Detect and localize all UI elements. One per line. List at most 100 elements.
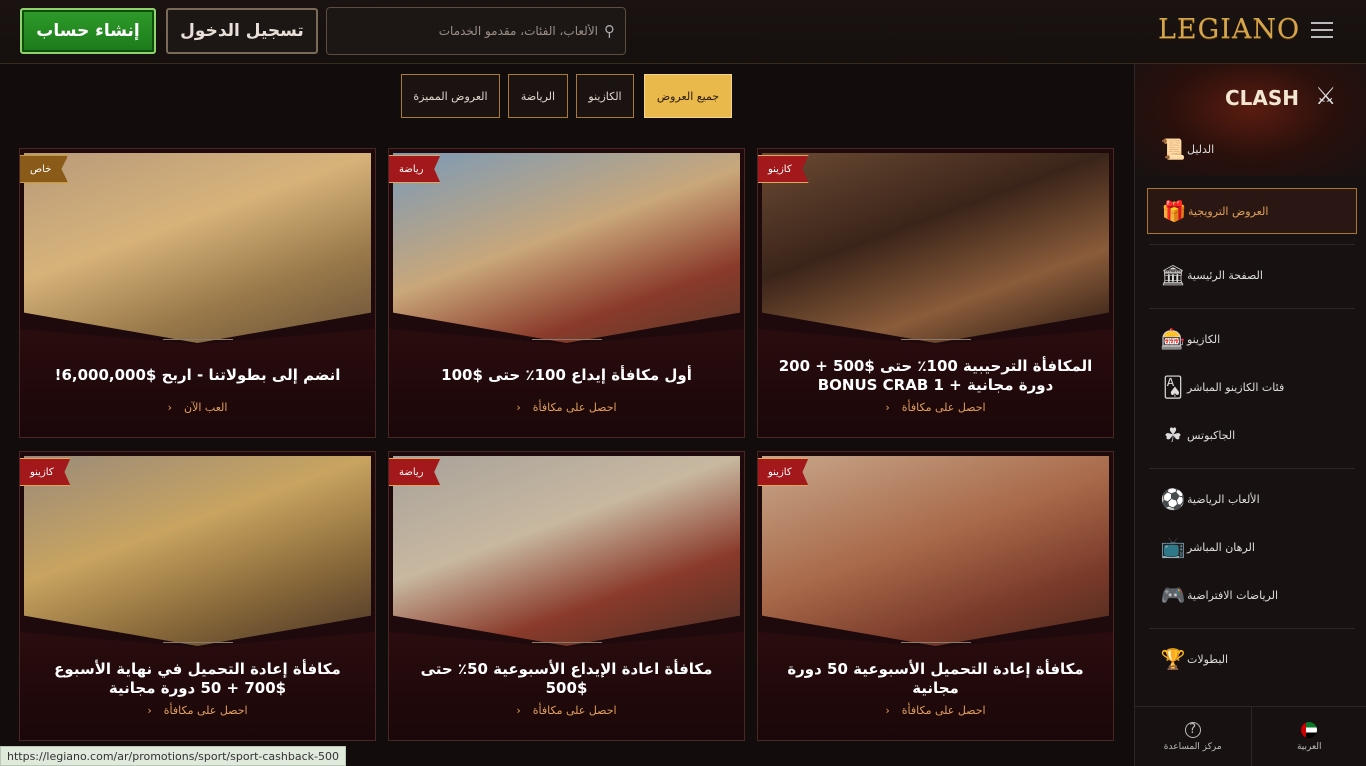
promo-image[interactable] <box>24 456 371 646</box>
divider <box>900 339 971 349</box>
help-icon: ? <box>1184 721 1201 738</box>
sidebar-item-live-betting[interactable]: الرهان المباشر 📺 <box>1147 524 1357 570</box>
search-icon: ⚲ <box>604 22 615 40</box>
promo-card[interactable]: كازينو مكافأة إعادة التحميل في نهاية الأس… <box>19 451 376 741</box>
gift-icon: 🎁 <box>1161 199 1187 223</box>
promo-title: أول مكافأة إيداع 100٪ حتى $100 <box>441 366 692 385</box>
promo-cta-link[interactable]: احصل على مكافأة ‹ <box>758 401 1113 414</box>
promo-image[interactable] <box>762 456 1109 646</box>
sidebar-item-live-casino[interactable]: فئات الكازينو المباشر 🂡 <box>1147 364 1357 410</box>
sidebar-item-virtual-sports[interactable]: الرياضات الافتراضية 🎮 <box>1147 572 1357 618</box>
sidebar-item-label: البطولات <box>1187 652 1229 666</box>
chevron-left-icon: ‹ <box>885 704 890 717</box>
promo-card[interactable]: رياضة أول مكافأة إيداع 100٪ حتى $100 احصل … <box>388 148 745 438</box>
promo-title: المكافأة الترحيبية 100٪ حتى $500 + 200 د… <box>778 356 1093 395</box>
menu-icon[interactable] <box>1311 22 1333 40</box>
sidebar-item-label: الكازينو <box>1187 332 1221 346</box>
promo-card[interactable]: كازينو مكافأة إعادة التحميل الأسبوعية 50 … <box>757 451 1114 741</box>
filter-featured[interactable]: العروض المميزة <box>401 74 500 118</box>
language-button[interactable]: العربية <box>1250 707 1366 766</box>
sidebar-item-label: الألعاب الرياضية <box>1187 492 1260 506</box>
category-badge: كازينو <box>758 458 809 486</box>
promo-cta-link[interactable]: احصل على مكافأة ‹ <box>389 401 744 414</box>
promo-card[interactable]: خاص انضم إلى بطولاتنا - اربح $6,000,000! ا… <box>19 148 376 438</box>
promo-image[interactable] <box>24 153 371 343</box>
category-badge: كازينو <box>20 458 71 486</box>
promo-title: مكافأة إعادة التحميل الأسبوعية 50 دورة م… <box>787 659 1084 698</box>
crossed-swords-icon: ⚔ <box>1315 82 1337 110</box>
divider <box>900 642 971 652</box>
divider <box>531 642 602 652</box>
promo-title: مكافأة اعادة الإيداع الأسبوعية 50٪ حتى $… <box>420 659 713 698</box>
sidebar-item-label: العروض الترويجية <box>1188 204 1269 218</box>
flag-icon <box>1301 721 1318 738</box>
promo-cta-link[interactable]: احصل على مكافأة ‹ <box>389 704 744 717</box>
promo-image[interactable] <box>762 153 1109 343</box>
soccer-ball-icon: ⚽ <box>1160 487 1186 511</box>
divider <box>162 339 233 349</box>
sidebar-item-label: الجاكبوتس <box>1187 428 1236 442</box>
promo-cta-link[interactable]: احصل على مكافأة ‹ <box>758 704 1113 717</box>
sidebar-item-promotions[interactable]: العروض الترويجية 🎁 <box>1147 188 1357 234</box>
clash-title[interactable]: CLASH <box>1225 86 1299 110</box>
signup-button[interactable]: إنشاء حساب <box>20 8 156 54</box>
login-button[interactable]: تسجيل الدخول <box>166 8 318 54</box>
live-tv-icon: 📺 <box>1160 535 1186 559</box>
gamepad-icon: 🎮 <box>1160 583 1186 607</box>
logo[interactable]: LEGIANO <box>1158 14 1300 45</box>
temple-icon: 🏛 <box>1160 263 1186 287</box>
sidebar-item-label: فئات الكازينو المباشر <box>1187 380 1285 394</box>
divider <box>162 642 233 652</box>
filter-sports[interactable]: الرياضة <box>508 74 568 118</box>
sidebar-item-label: الرياضات الافتراضية <box>1187 588 1279 602</box>
promo-cta-link[interactable]: احصل على مكافأة ‹ <box>20 704 375 717</box>
chevron-left-icon: ‹ <box>516 704 521 717</box>
filter-all[interactable]: جميع العروض <box>644 74 732 118</box>
promo-title: مكافأة إعادة التحميل في نهاية الأسبوع $7… <box>54 659 341 698</box>
filter-casino[interactable]: الكازينو <box>576 74 634 118</box>
sidebar-item-label: الرهان المباشر <box>1187 540 1255 554</box>
sidebar-item-label: الدليل <box>1187 142 1215 156</box>
language-label: العربية <box>1296 741 1322 752</box>
promo-title: انضم إلى بطولاتنا - اربح $6,000,000! <box>54 366 341 385</box>
promo-card[interactable]: كازينو المكافأة الترحيبية 100٪ حتى $500 +… <box>757 148 1114 438</box>
promo-image[interactable] <box>393 153 740 343</box>
cta-label: احصل على مكافأة <box>532 704 617 717</box>
chevron-left-icon: ‹ <box>167 401 172 414</box>
sidebar-item-tournaments[interactable]: البطولات 🏆 <box>1147 636 1357 682</box>
category-badge: خاص <box>20 155 69 183</box>
chevron-left-icon: ‹ <box>147 704 152 717</box>
cta-label: احصل على مكافأة <box>901 401 986 414</box>
search-input[interactable] <box>368 24 598 38</box>
sidebar: CLASH ⚔ الدليل 📜 العروض الترويجية 🎁 الصف… <box>1134 64 1366 766</box>
chevron-left-icon: ‹ <box>885 401 890 414</box>
sidebar-item-label: الصفحة الرئيسية <box>1187 268 1263 282</box>
sidebar-footer: ? مركز المساعدة العربية <box>1135 706 1366 766</box>
chevron-left-icon: ‹ <box>516 401 521 414</box>
promo-card[interactable]: رياضة مكافأة اعادة الإيداع الأسبوعية 50٪ … <box>388 451 745 741</box>
category-badge: رياضة <box>389 155 441 183</box>
cards-icon: 🂡 <box>1162 375 1184 399</box>
promo-cta-link[interactable]: العب الآن ‹ <box>20 401 375 414</box>
category-badge: رياضة <box>389 458 441 486</box>
category-badge: كازينو <box>758 155 809 183</box>
cta-label: احصل على مكافأة <box>163 704 248 717</box>
cta-label: العب الآن <box>183 401 228 414</box>
divider <box>531 339 602 349</box>
help-center-button[interactable]: ? مركز المساعدة <box>1135 707 1251 766</box>
sidebar-item-home[interactable]: الصفحة الرئيسية 🏛 <box>1147 252 1357 298</box>
trophy-icon: 🏆 <box>1160 647 1186 671</box>
sidebar-item-sports[interactable]: الألعاب الرياضية ⚽ <box>1147 476 1357 522</box>
slot-machine-icon: 🎰 <box>1160 327 1186 351</box>
cta-label: احصل على مكافأة <box>532 401 617 414</box>
sidebar-item-guide[interactable]: الدليل 📜 <box>1147 126 1357 172</box>
sidebar-item-jackpots[interactable]: الجاكبوتس ☘ <box>1147 412 1357 458</box>
sidebar-item-casino[interactable]: الكازينو 🎰 <box>1147 316 1357 362</box>
cta-label: احصل على مكافأة <box>901 704 986 717</box>
search-box[interactable]: ⚲ <box>326 7 626 55</box>
clover-icon: ☘ <box>1164 423 1182 447</box>
top-bar: إنشاء حساب تسجيل الدخول ⚲ LEGIANO <box>0 0 1366 64</box>
status-url: https://legiano.com/ar/promotions/sport/… <box>0 746 346 766</box>
help-label: مركز المساعدة <box>1163 741 1222 752</box>
promo-image[interactable] <box>393 456 740 646</box>
